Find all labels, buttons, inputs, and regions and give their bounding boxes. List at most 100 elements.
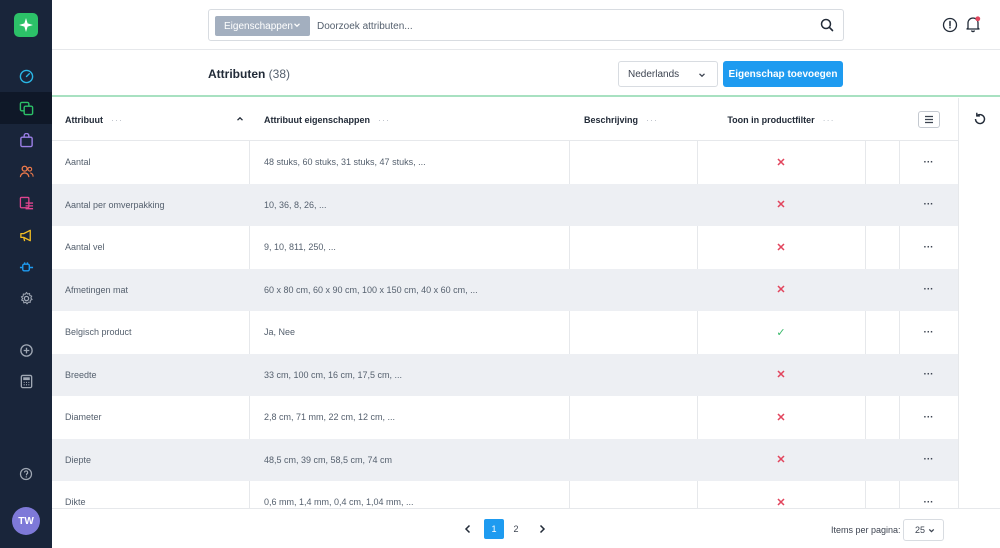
row-actions-button[interactable]: ···: [899, 184, 958, 227]
table-row[interactable]: Dikte 0,6 mm, 1,4 mm, 0,4 cm, 1,04 mm, ..…: [52, 481, 958, 508]
copy-icon: [19, 101, 33, 115]
app-root: TW Eigenschappen Attributen (38) Nederla…: [0, 0, 1000, 548]
attribute-values: Ja, Nee: [264, 327, 296, 338]
row-actions-button[interactable]: ···: [899, 311, 958, 354]
notification-bell-icon[interactable]: [964, 15, 982, 33]
more-dots-icon: ···: [923, 326, 934, 338]
attribute-name: Aantal: [65, 157, 91, 168]
filter-status: ✕: [697, 481, 865, 508]
cross-icon: ✕: [776, 241, 786, 254]
sidebar-item-calculator[interactable]: [16, 371, 36, 391]
search-scope-dropdown[interactable]: Eigenschappen: [215, 16, 310, 36]
shopping-bag-icon: [19, 132, 33, 147]
more-dots-icon: ···: [923, 284, 934, 296]
table-row[interactable]: Aantal per omverpakking 10, 36, 8, 26, ..…: [52, 183, 958, 227]
megaphone-icon: [19, 229, 31, 241]
filter-status: ✕: [697, 354, 865, 397]
more-dots-icon: ···: [923, 496, 934, 508]
sidebar-item-dashboard[interactable]: [16, 66, 36, 86]
gauge-icon: [19, 69, 33, 83]
row-actions-button[interactable]: ···: [899, 481, 958, 508]
row-actions-button[interactable]: ···: [899, 141, 958, 184]
row-actions-button[interactable]: ···: [899, 439, 958, 482]
row-actions-button[interactable]: ···: [899, 354, 958, 397]
sidebar-item-settings[interactable]: [16, 288, 36, 308]
table-row[interactable]: Diameter 2,8 cm, 71 mm, 22 cm, 12 cm, ...…: [52, 396, 958, 439]
filter-status: ✕: [697, 439, 865, 482]
items-per-page-value: 25: [915, 525, 926, 535]
cross-icon: ✕: [776, 156, 786, 169]
page-button-2[interactable]: 2: [508, 519, 524, 539]
more-dots-icon: ···: [923, 369, 934, 381]
table-row[interactable]: Afmetingen mat 60 x 80 cm, 60 x 90 cm, 10…: [52, 268, 958, 312]
sidebar-item-add[interactable]: [16, 340, 36, 360]
sort-ascending-icon[interactable]: [235, 114, 245, 124]
cross-icon: ✕: [776, 369, 786, 382]
table-row[interactable]: Aantal vel 9, 10, 811, 250, ... ✕ ···: [52, 226, 958, 269]
cross-icon: ✕: [776, 496, 786, 508]
column-menu-dots[interactable]: ···: [646, 115, 658, 125]
top-bar: Eigenschappen: [52, 0, 1000, 50]
list-icon: [19, 196, 33, 209]
row-actions-button[interactable]: ···: [899, 226, 958, 269]
search-input[interactable]: [317, 16, 797, 36]
pagination-footer: 1 2 Items per pagina: 25: [52, 508, 1000, 548]
users-icon: [19, 165, 34, 177]
table-row[interactable]: Aantal 48 stuks, 60 stuks, 31 stuks, 47 s…: [52, 141, 958, 184]
attribute-name: Dikte: [65, 497, 86, 508]
column-settings-button[interactable]: [918, 111, 940, 128]
sidebar-item-catalog[interactable]: [16, 98, 36, 118]
filter-status: ✕: [697, 226, 865, 269]
row-actions-button[interactable]: ···: [899, 269, 958, 312]
attribute-count: (38): [268, 67, 291, 81]
items-per-page-select[interactable]: 25: [903, 519, 944, 541]
sparkle-logo-icon: [19, 18, 33, 32]
add-property-button[interactable]: Eigenschap toevoegen: [723, 61, 843, 87]
app-logo[interactable]: [14, 13, 38, 37]
sidebar-item-help[interactable]: [16, 464, 36, 484]
refresh-icon[interactable]: [972, 111, 988, 127]
attribute-values: 0,6 mm, 1,4 mm, 0,4 cm, 1,04 mm, ...: [264, 497, 414, 508]
column-header-attribute[interactable]: Attribuut ···: [65, 98, 245, 141]
sidebar-item-orders[interactable]: [16, 130, 36, 150]
sidebar-item-customers[interactable]: [16, 161, 36, 181]
chevron-down-icon: [294, 23, 300, 28]
language-select[interactable]: Nederlands: [618, 61, 718, 87]
chevron-down-icon: [928, 528, 935, 533]
column-menu-dots[interactable]: ···: [111, 115, 123, 125]
chevron-left-icon[interactable]: [462, 522, 474, 536]
attribute-description: [584, 141, 694, 184]
attribute-name: Aantal vel: [65, 242, 105, 253]
sidebar-item-content[interactable]: [16, 193, 36, 213]
table-row[interactable]: Diepte 48,5 cm, 39 cm, 58,5 cm, 74 cm ✕ ···: [52, 438, 958, 482]
row-actions-button[interactable]: ···: [899, 396, 958, 439]
attribute-description: [584, 354, 694, 397]
search-icon[interactable]: [819, 17, 835, 33]
column-header-description[interactable]: Beschrijving ···: [584, 98, 694, 141]
filter-status: ✓: [697, 311, 865, 354]
cross-icon: ✕: [776, 284, 786, 297]
more-dots-icon: ···: [923, 199, 934, 211]
search-scope-label: Eigenschappen: [224, 20, 293, 32]
filter-status: ✕: [697, 396, 865, 439]
attributes-table: Attribuut ··· Attribuut eigenschappen ··…: [52, 98, 958, 508]
sidebar-item-marketing[interactable]: [16, 225, 36, 245]
column-menu-dots[interactable]: ···: [378, 115, 390, 125]
user-avatar[interactable]: TW: [12, 507, 40, 535]
sidebar: TW: [0, 0, 52, 548]
attribute-values: 48 stuks, 60 stuks, 31 stuks, 47 stuks, …: [264, 157, 426, 168]
plug-icon: [19, 261, 33, 271]
attribute-values: 10, 36, 8, 26, ...: [264, 199, 327, 210]
table-row[interactable]: Breedte 33 cm, 100 cm, 16 cm, 17,5 cm, ..…: [52, 353, 958, 397]
sidebar-item-integrations[interactable]: [16, 257, 36, 277]
attribute-description: [584, 184, 694, 227]
column-header-properties[interactable]: Attribuut eigenschappen ···: [264, 98, 564, 141]
column-menu-dots[interactable]: ···: [823, 115, 835, 125]
help-icon[interactable]: [942, 17, 958, 33]
page-button-1[interactable]: 1: [484, 519, 504, 539]
chevron-right-icon[interactable]: [536, 522, 548, 536]
column-header-filter[interactable]: Toon in productfilter ···: [697, 98, 865, 141]
language-select-value: Nederlands: [628, 68, 680, 80]
more-dots-icon: ···: [923, 454, 934, 466]
table-row[interactable]: Belgisch product Ja, Nee ✓ ···: [52, 311, 958, 354]
